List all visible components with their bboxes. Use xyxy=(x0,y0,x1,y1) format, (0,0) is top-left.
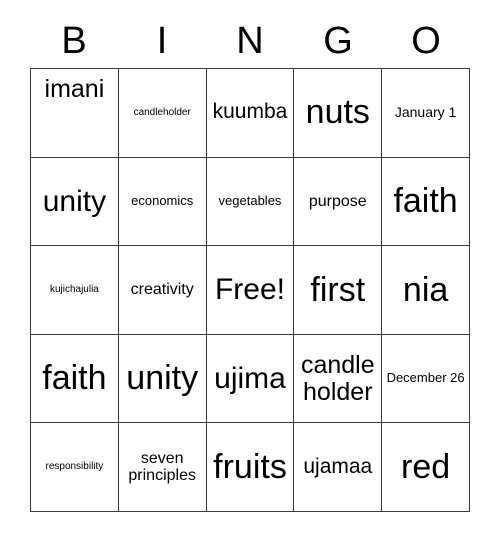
bingo-cell-r2-c4[interactable]: purpose xyxy=(294,157,383,247)
bingo-cell-label: vegetables xyxy=(218,193,282,209)
bingo-cell-r2-c1[interactable]: unity xyxy=(31,157,119,247)
bingo-cell-label: creativity xyxy=(130,281,194,299)
bingo-header-letter-5: O xyxy=(411,20,441,62)
bingo-header: BINGO xyxy=(30,14,470,68)
bingo-cell-label: economics xyxy=(131,193,194,209)
bingo-cell-r3-c2[interactable]: creativity xyxy=(118,246,207,335)
bingo-cell-r5-c5[interactable]: red xyxy=(382,423,470,512)
bingo-cell-label: responsibility xyxy=(45,461,104,473)
bingo-cell-label: January 1 xyxy=(394,103,457,120)
bingo-cell-r4-c4[interactable]: candle holder xyxy=(294,334,383,424)
bingo-cell-r4-c2[interactable]: unity xyxy=(118,334,207,424)
bingo-cell-label: nuts xyxy=(305,93,370,132)
bingo-header-letter-1: B xyxy=(61,20,87,62)
bingo-cell-r1-c1[interactable]: imani xyxy=(31,69,119,158)
bingo-header-letter-4: G xyxy=(323,20,353,62)
bingo-cell-label: imani xyxy=(44,75,105,103)
bingo-cell-label: unity xyxy=(126,359,199,398)
bingo-cell-label: candle holder xyxy=(300,351,375,406)
bingo-cell-r4-c3[interactable]: ujima xyxy=(206,334,295,424)
bingo-cell-label: seven principles xyxy=(128,449,196,485)
bingo-cell-label: candleholder xyxy=(133,107,191,119)
bingo-cell-r1-c5[interactable]: January 1 xyxy=(382,69,470,158)
bingo-cell-r1-c2[interactable]: candleholder xyxy=(118,69,207,158)
bingo-cell-label: faith xyxy=(42,359,107,398)
bingo-cell-r1-c3[interactable]: kuumba xyxy=(206,69,295,158)
bingo-cell-label: unity xyxy=(42,184,107,218)
bingo-cell-r3-c3[interactable]: Free! xyxy=(206,246,295,335)
bingo-cell-label: purpose xyxy=(308,192,367,210)
bingo-header-letter-2: I xyxy=(156,20,168,62)
bingo-cell-r5-c3[interactable]: fruits xyxy=(206,423,295,512)
bingo-header-letter-3: N xyxy=(236,20,264,62)
bingo-cell-r3-c5[interactable]: nia xyxy=(382,246,470,335)
bingo-cell-r3-c4[interactable]: first xyxy=(294,246,383,335)
bingo-cell-label: ujamaa xyxy=(303,454,373,478)
bingo-cell-r2-c2[interactable]: economics xyxy=(118,157,207,247)
bingo-cell-label: kuumba xyxy=(212,100,288,124)
bingo-card: B I N G O imani candleholder kuumba nuts January… xyxy=(0,0,500,544)
bingo-cell-label: nia xyxy=(402,270,449,309)
bingo-cell-label: kujichajulia xyxy=(49,284,99,296)
bingo-cell-label: red xyxy=(401,447,451,486)
bingo-cell-r5-c1[interactable]: responsibility xyxy=(31,423,119,512)
bingo-grid: imani candleholder kuumba nuts January 1 unit… xyxy=(30,68,470,512)
bingo-cell-r3-c1[interactable]: kujichajulia xyxy=(31,246,119,335)
bingo-cell-label: fruits xyxy=(213,447,287,486)
bingo-cell-label: December 26 xyxy=(386,370,465,386)
bingo-cell-label: ujima xyxy=(214,362,286,395)
bingo-cell-r2-c5[interactable]: faith xyxy=(382,157,470,247)
bingo-cell-r4-c5[interactable]: December 26 xyxy=(382,334,470,424)
bingo-cell-label: first xyxy=(310,270,366,309)
bingo-cell-r5-c2[interactable]: seven principles xyxy=(118,423,207,512)
bingo-cell-r4-c1[interactable]: faith xyxy=(31,334,119,424)
bingo-cell-r5-c4[interactable]: ujamaa xyxy=(294,423,383,512)
bingo-cell-r1-c4[interactable]: nuts xyxy=(294,69,383,158)
bingo-cell-r2-c3[interactable]: vegetables xyxy=(206,157,295,247)
bingo-cell-label: Free! xyxy=(214,273,285,307)
bingo-cell-label: faith xyxy=(393,182,458,221)
